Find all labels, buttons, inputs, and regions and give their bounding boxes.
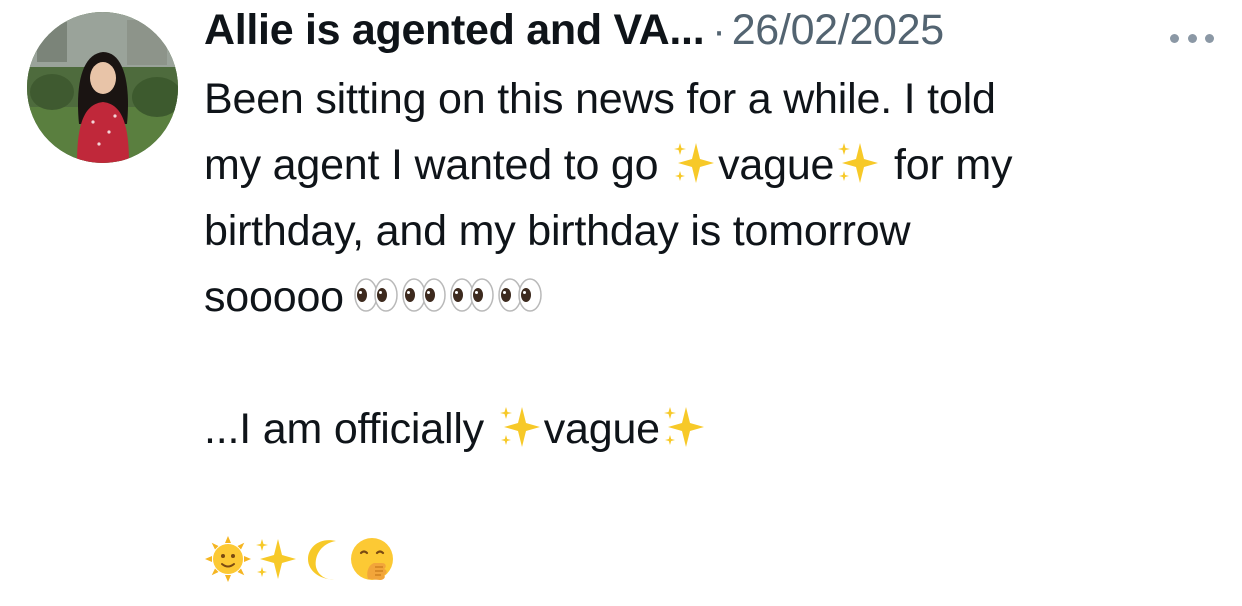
tweet-header: Allie is agented and VA... · 26/02/2025 xyxy=(204,6,1214,66)
tweet-line: Been sitting on this news for a while. I… xyxy=(204,66,1214,132)
text-segment: birthday, and my birthday is tomorrow xyxy=(204,207,911,255)
text-segment: for my xyxy=(882,141,1013,189)
text-segment: vague xyxy=(718,141,835,189)
timestamp[interactable]: 26/02/2025 xyxy=(732,6,945,55)
sun-with-face-icon xyxy=(204,535,252,583)
text-segment: my agent I wanted to go xyxy=(204,141,671,189)
face-with-hand-over-mouth-icon xyxy=(348,535,396,583)
text-segment: Been sitting on this news for a while. I… xyxy=(204,75,996,123)
display-name[interactable]: Allie is agented and VA... xyxy=(204,6,705,55)
eyes-icon xyxy=(496,271,544,319)
eyes-icon xyxy=(400,271,448,319)
sparkles-icon xyxy=(252,535,300,583)
more-dot xyxy=(1205,33,1214,43)
more-options-icon[interactable] xyxy=(1170,28,1214,48)
header-separator: · xyxy=(712,9,726,53)
avatar-photo xyxy=(27,12,178,163)
tweet-line: my agent I wanted to go vague for my xyxy=(204,132,1214,198)
tweet-line: birthday, and my birthday is tomorrow xyxy=(204,198,1214,264)
tweet[interactable]: Allie is agented and VA... · 26/02/2025 … xyxy=(0,0,1242,606)
more-dot xyxy=(1170,33,1179,43)
crescent-moon-icon xyxy=(300,535,348,583)
eyes-icon xyxy=(352,271,400,319)
avatar[interactable] xyxy=(27,12,178,163)
eyes-icon xyxy=(448,271,496,319)
tweet-line xyxy=(204,528,1214,594)
tweet-line: sooooo xyxy=(204,264,1214,330)
tweet-line: ...I am officially vague xyxy=(204,396,1214,462)
sparkles-icon xyxy=(834,139,882,187)
tweet-text: Been sitting on this news for a while. I… xyxy=(204,66,1214,594)
tweet-content: Allie is agented and VA... · 26/02/2025 … xyxy=(204,6,1214,594)
text-segment: vague xyxy=(543,405,660,453)
more-dot xyxy=(1187,33,1197,43)
text-segment: sooooo xyxy=(204,273,344,321)
text-segment: ...I am officially xyxy=(204,405,496,453)
sparkles-icon xyxy=(670,139,718,187)
sparkles-icon xyxy=(660,403,708,451)
sparkles-icon xyxy=(496,403,544,451)
